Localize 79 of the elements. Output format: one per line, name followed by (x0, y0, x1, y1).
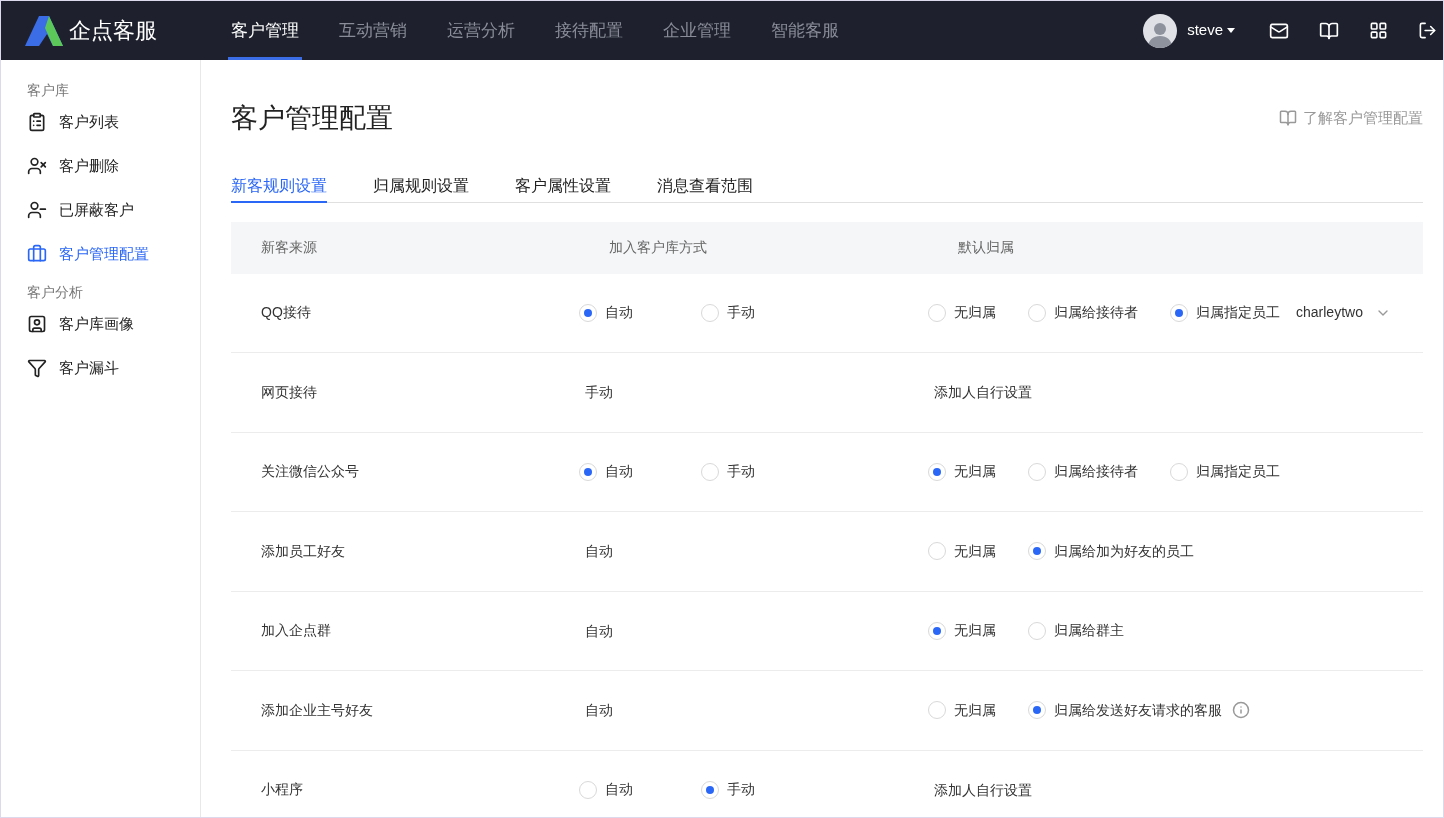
user-menu[interactable]: steve (1187, 19, 1235, 42)
column-header: 默认归属 (957, 238, 1015, 257)
tab[interactable]: 归属规则设置 (373, 171, 469, 203)
radio-button[interactable] (579, 780, 597, 799)
radio-button[interactable] (1170, 462, 1188, 481)
radio-button[interactable] (928, 701, 946, 720)
source-cell-text: 网页接待 (260, 382, 318, 402)
source-cell-text: 关注微信公众号 (260, 462, 360, 482)
nav-tab[interactable]: 智能客服 (768, 1, 842, 60)
radio-label[interactable]: 无归属 (954, 302, 996, 324)
nav-tab[interactable]: 接待配置 (552, 1, 626, 60)
sidebar-item[interactable]: 客户漏斗 (1, 346, 200, 390)
radio-label[interactable]: 归属给接待者 (1054, 302, 1138, 324)
cell-text: 自动 (584, 622, 613, 639)
sidebar-section-title: 客户库 (26, 81, 70, 100)
radio-button[interactable] (928, 303, 946, 322)
briefcase-icon (27, 244, 47, 264)
tab[interactable]: 消息查看范围 (657, 171, 753, 203)
radio-button[interactable] (1028, 303, 1046, 322)
radio-button[interactable] (701, 303, 719, 322)
radio-label[interactable]: 归属给群主 (1054, 620, 1124, 642)
cell-text: 添加人自行设置 (933, 781, 1032, 798)
radio-label[interactable]: 归属给发送好友请求的客服 (1054, 699, 1222, 721)
radio-button[interactable] (1028, 462, 1046, 481)
funnel-icon (27, 358, 47, 378)
source-cell-text: 加入企点群 (260, 621, 332, 641)
cell-text: 手动 (584, 384, 613, 401)
radio-label[interactable]: 归属指定员工 (1196, 461, 1280, 483)
radio-label[interactable]: 无归属 (954, 699, 996, 721)
radio-label[interactable]: 手动 (727, 779, 755, 801)
sidebar-section-title: 客户分析 (26, 283, 84, 302)
nav-tab[interactable]: 互动营销 (336, 1, 410, 60)
radio-label[interactable]: 自动 (605, 302, 633, 324)
radio-label[interactable]: 无归属 (954, 540, 996, 562)
avatar[interactable] (1143, 13, 1178, 48)
portrait-icon (27, 314, 47, 334)
sidebar-item[interactable]: 客户库画像 (1, 302, 200, 346)
brand-name: 企点客服 (69, 17, 157, 45)
radio-button[interactable] (701, 462, 719, 481)
sidebar-item[interactable]: 客户列表 (1, 100, 200, 144)
page-title: 客户管理配置 (231, 102, 393, 135)
user-x-icon (27, 156, 47, 176)
grid-icon[interactable] (1369, 21, 1388, 40)
nav-tab[interactable]: 运营分析 (444, 1, 518, 60)
logo-icon (25, 15, 63, 46)
source-cell-text: 添加企业主号好友 (260, 700, 374, 720)
sidebar-item[interactable]: 客户删除 (1, 144, 200, 188)
logout-icon[interactable] (1418, 21, 1437, 40)
user-minus-icon (27, 200, 47, 220)
caret-icon (1227, 28, 1235, 33)
book-icon[interactable] (1319, 20, 1339, 41)
radio-label[interactable]: 无归属 (954, 461, 996, 483)
radio-label[interactable]: 无归属 (954, 620, 996, 642)
radio-label[interactable]: 归属指定员工 (1196, 302, 1280, 324)
radio-label[interactable]: 归属给加为好友的员工 (1054, 540, 1194, 562)
column-header: 新客来源 (260, 238, 318, 257)
column-header: 加入客户库方式 (608, 238, 708, 257)
book-icon (1279, 109, 1297, 128)
radio-label[interactable]: 手动 (727, 302, 755, 324)
source-cell-text: 添加员工好友 (260, 541, 346, 561)
tab[interactable]: 客户属性设置 (515, 171, 611, 203)
cell-text: 添加人自行设置 (933, 384, 1032, 401)
sidebar-item[interactable]: 已屏蔽客户 (1, 188, 200, 232)
cell-text: 自动 (584, 702, 613, 719)
radio-label[interactable]: 自动 (605, 779, 633, 801)
radio-button[interactable] (1028, 621, 1046, 640)
cell-text: 自动 (584, 543, 613, 560)
source-cell-text: 小程序 (260, 780, 304, 800)
nav-tab[interactable]: 企业管理 (660, 1, 734, 60)
source-cell-text: QQ接待 (260, 303, 312, 323)
radio-button[interactable] (928, 542, 946, 561)
employee-select[interactable]: charleytwo (1296, 302, 1391, 324)
radio-label[interactable]: 自动 (605, 461, 633, 483)
tab[interactable]: 新客规则设置 (231, 171, 327, 203)
radio-label[interactable]: 手动 (727, 461, 755, 483)
list-icon (27, 112, 47, 132)
nav-tab[interactable]: 客户管理 (228, 1, 302, 60)
radio-label[interactable]: 归属给接待者 (1054, 461, 1138, 483)
sidebar-item[interactable]: 客户管理配置 (1, 232, 200, 276)
